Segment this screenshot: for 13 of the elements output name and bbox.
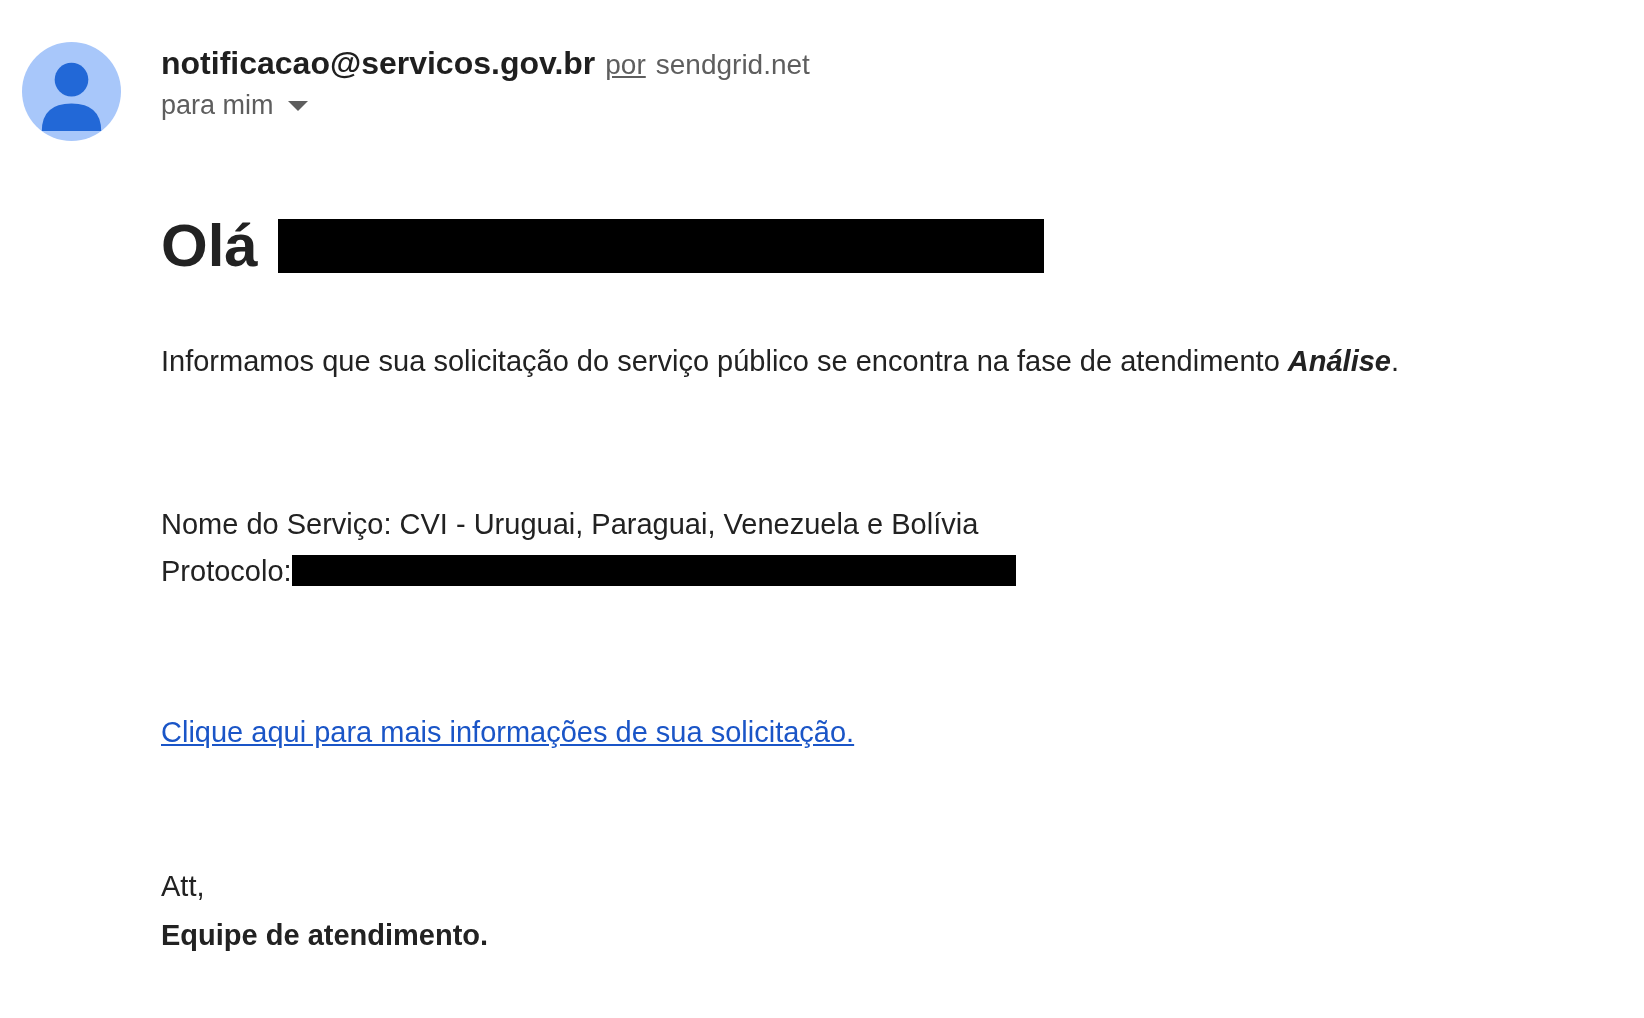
sender-email: notificacao@servicos.gov.br	[161, 45, 596, 82]
signature-text: Equipe de atendimento.	[161, 918, 490, 953]
closing-text: Att,	[161, 869, 206, 905]
avatar-icon	[22, 42, 121, 141]
via-link[interactable]: por	[605, 49, 646, 81]
sender-domain: sendgrid.net	[655, 49, 810, 81]
caret-icon[interactable]	[287, 100, 308, 111]
details-link[interactable]: Clique aqui para mais informações de sua solicitação.	[161, 716, 855, 750]
intro-paragraph: Informamos que sua solicitação do serviço público se encontra na fase de atendimento Análise.	[161, 344, 1401, 379]
service-name-text: Nome do Serviço: CVI - Uruguai, Paraguai, Venezuela e Bolívia	[161, 506, 980, 542]
greeting-heading: Olá	[161, 211, 258, 280]
protocol-label: Protocolo:	[161, 553, 292, 589]
recipient-label: para mim	[161, 90, 274, 121]
